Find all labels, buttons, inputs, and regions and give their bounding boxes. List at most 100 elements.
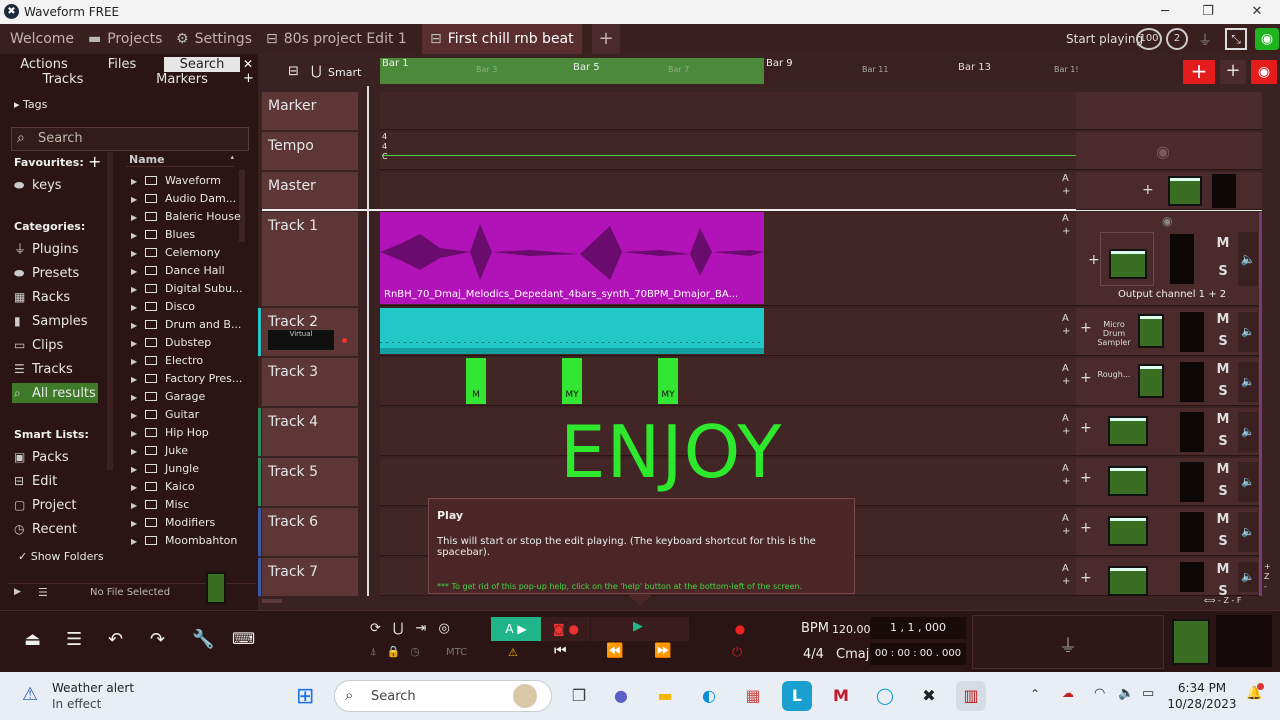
record-mode-button[interactable]: ◙ ● xyxy=(542,617,590,641)
mute-button[interactable]: M xyxy=(1214,312,1232,327)
taskbar-search[interactable]: ⌕ Search xyxy=(334,680,552,712)
track-header-7[interactable]: Track 7 xyxy=(262,558,358,596)
tab-settings[interactable]: ⚙ Settings xyxy=(168,24,260,54)
lane-track-1[interactable]: RnBH_70_Dmaj_Melodics_Depedant_4bars_syn… xyxy=(380,212,1076,306)
solo-button[interactable]: S xyxy=(1214,334,1232,349)
lane-tempo[interactable]: 44C xyxy=(380,132,1076,170)
category-presets[interactable]: ⬬ Presets xyxy=(14,263,79,283)
automation-toggle[interactable]: A + xyxy=(1062,312,1076,342)
lane-track-2[interactable] xyxy=(380,308,1076,356)
cortana-icon[interactable]: ◯ xyxy=(870,681,900,711)
click-icon[interactable]: ◉ xyxy=(1162,214,1172,228)
clock-date[interactable]: 10/28/2023 xyxy=(1166,697,1238,711)
mute-button[interactable]: M xyxy=(1214,362,1232,377)
fast-forward-icon[interactable]: ⏩ xyxy=(654,643,671,659)
mute-button[interactable]: M xyxy=(1214,512,1232,527)
add-button[interactable]: + xyxy=(1220,60,1246,84)
track-header-1[interactable]: Track 1 xyxy=(262,212,358,306)
plugin-slot[interactable]: Rough... xyxy=(1096,364,1132,400)
folder-item[interactable]: ▶ Guitar xyxy=(131,406,199,424)
add-plugin-icon[interactable]: + xyxy=(1080,520,1092,536)
speaker-icon[interactable]: 🔈 xyxy=(1238,312,1258,352)
task-view-icon[interactable]: ❐ xyxy=(564,681,594,711)
play-button[interactable]: ▶ xyxy=(591,617,689,641)
l-app-icon[interactable]: L xyxy=(782,681,812,711)
weather-alert-icon[interactable]: ⚠ xyxy=(22,684,38,705)
folder-item[interactable]: ▶ Blues xyxy=(131,226,195,244)
audio-clip[interactable]: RnBH_70_Dmaj_Melodics_Depedant_4bars_syn… xyxy=(380,212,764,304)
solo-button[interactable]: S xyxy=(1214,264,1232,279)
play-preview-icon[interactable]: ▶ xyxy=(14,587,21,597)
folder-item[interactable]: ▶ Dance Hall xyxy=(131,262,225,280)
folder-item[interactable]: ▶ Dubstep xyxy=(131,334,211,352)
volume-fader[interactable] xyxy=(1109,249,1147,279)
mcafee-icon[interactable]: M xyxy=(826,681,856,711)
chevron-up-icon[interactable]: ⌃ xyxy=(1030,687,1040,701)
mute-button[interactable]: M xyxy=(1214,236,1232,251)
keyboard-icon[interactable]: ⌨ xyxy=(232,629,255,648)
folder-item[interactable]: ▶ Hip Hop xyxy=(131,424,209,442)
add-plugin-icon[interactable]: + xyxy=(1142,182,1154,198)
position-display[interactable]: 1 , 1 , 000 xyxy=(870,617,966,639)
tracks-toggle-icon[interactable]: ⊟ xyxy=(288,64,299,79)
tab-actions[interactable]: Actions xyxy=(8,57,80,72)
solo-button[interactable]: S xyxy=(1214,434,1232,449)
tab-80s-project[interactable]: ⊟ 80s project Edit 1 xyxy=(258,24,415,54)
tab-files[interactable]: Files xyxy=(86,57,158,72)
folder-item[interactable]: ▶ Jungle xyxy=(131,460,199,478)
lane-marker[interactable] xyxy=(380,92,1076,130)
volume-fader[interactable] xyxy=(1108,416,1148,446)
loop-range[interactable] xyxy=(380,58,764,84)
folder-item[interactable]: ▶ Misc xyxy=(131,496,189,514)
mixer-scrollbar[interactable] xyxy=(1259,212,1262,596)
automation-toggle[interactable]: A + xyxy=(1062,562,1076,592)
plugin-slot[interactable]: Micro Drum Sampler xyxy=(1096,314,1132,350)
add-plugin-icon[interactable]: + xyxy=(1080,570,1092,586)
master-volume[interactable] xyxy=(1168,176,1202,206)
automation-toggle[interactable]: A + xyxy=(1062,412,1076,442)
lane-track-3[interactable]: M MY MY xyxy=(380,358,1076,406)
midi-clip[interactable]: M xyxy=(466,358,486,404)
drum-clip[interactable] xyxy=(380,308,764,354)
folder-item[interactable]: ▶ Moombahton xyxy=(131,532,237,550)
volume-fader[interactable] xyxy=(1138,314,1164,348)
punch-icon[interactable]: ⏻ xyxy=(732,645,742,660)
tab-markers[interactable]: Markers xyxy=(128,72,236,87)
plug-icon[interactable]: ⏚ xyxy=(1198,30,1212,50)
add-icon[interactable]: + xyxy=(243,71,254,86)
mute-button[interactable]: M xyxy=(1214,562,1232,577)
export-icon[interactable]: ⏏ xyxy=(24,629,41,650)
battery-icon[interactable]: ▭ xyxy=(1142,686,1154,701)
midi-clip[interactable]: MY xyxy=(658,358,678,404)
speaker-icon[interactable]: 🔈 xyxy=(1238,562,1258,592)
track-header-master[interactable]: Master xyxy=(262,172,358,210)
smart-edit[interactable]: ⊟ Edit xyxy=(14,471,57,491)
track-header-3[interactable]: Track 3 xyxy=(262,358,358,406)
favourite-keys[interactable]: ⬬ keys xyxy=(14,175,62,195)
speaker-icon[interactable]: 🔈 xyxy=(1238,232,1258,286)
folder-item[interactable]: ▶ Audio Dam... xyxy=(131,190,236,208)
mute-button[interactable]: M xyxy=(1214,462,1232,477)
auto-play-button[interactable]: A ▶ xyxy=(491,617,541,641)
solo-button[interactable]: S xyxy=(1214,484,1232,499)
volume-fader[interactable] xyxy=(1108,516,1148,546)
smart-project[interactable]: ▢ Project xyxy=(14,495,76,515)
smart-packs[interactable]: ▣ Packs xyxy=(14,447,69,467)
new-tab-button[interactable]: + xyxy=(592,24,620,54)
menu-icon[interactable]: ☰ xyxy=(66,629,82,650)
show-folders-checkbox[interactable]: ✓ Show Folders xyxy=(18,550,104,563)
record-arm-icon[interactable] xyxy=(342,338,347,343)
automation-toggle[interactable]: A + xyxy=(1062,362,1076,392)
volume-icon[interactable]: 🔈 xyxy=(1118,686,1134,701)
time-sig[interactable]: 4/4 xyxy=(803,647,824,662)
speaker-icon[interactable]: 🔈 xyxy=(1238,362,1258,402)
resize-icon[interactable]: ⤡ xyxy=(1225,28,1247,50)
clock-time[interactable]: 6:34 PM xyxy=(1166,681,1238,695)
volume-fader[interactable] xyxy=(1108,566,1148,596)
category-all-results[interactable]: ⌕ All results xyxy=(12,383,98,403)
category-plugins[interactable]: ⏚ Plugins xyxy=(14,239,79,259)
add-track-button[interactable]: + xyxy=(1183,60,1215,84)
category-tracks[interactable]: ☰ Tracks xyxy=(14,359,73,379)
close-icon[interactable]: ✕ xyxy=(243,57,253,71)
folder-item[interactable]: ▶ Disco xyxy=(131,298,195,316)
